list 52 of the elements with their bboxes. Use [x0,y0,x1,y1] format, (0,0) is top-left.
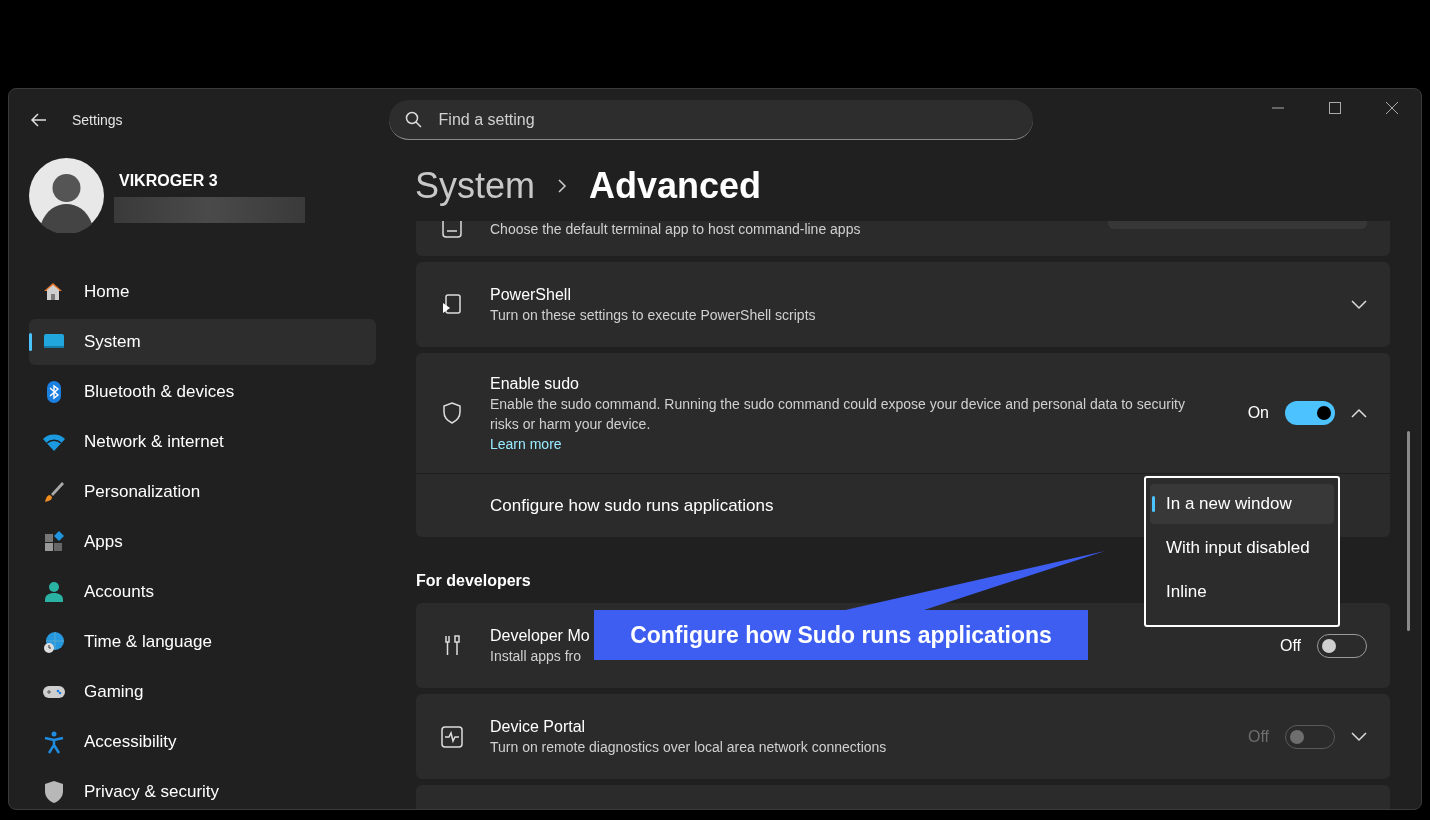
dropdown-option[interactable]: Inline [1150,572,1334,612]
window-title: Settings [72,110,123,130]
chevron-right-icon [557,179,568,193]
setting-title: Developer Mo [490,626,590,646]
scrollbar-thumb[interactable] [1407,431,1410,631]
setting-description: Choose the default terminal app to host command-line apps [490,221,861,239]
setting-description: Install apps fro [490,647,582,666]
person-icon [42,580,66,604]
breadcrumb-item[interactable]: System [415,159,536,213]
nav-item[interactable]: Accounts [29,569,376,615]
toggle-state-label: On [1247,403,1269,423]
toggle-state-label: Off [1247,726,1269,747]
setting-description: Turn on remote diagnostics over local area network connections [490,738,887,757]
breadcrumb-item: Advanced [589,164,762,208]
callout: Configure how Sudo runs applications [594,610,1088,660]
chevron-down-icon[interactable] [1351,299,1367,310]
section-heading: For developers [416,572,531,589]
maximize-icon[interactable] [1329,102,1341,114]
nav-item[interactable]: System [29,319,376,365]
chevron-down-icon[interactable] [1351,731,1367,742]
nav-item[interactable]: Network & internet [29,419,376,465]
accessibility-icon [42,730,66,754]
close-icon[interactable] [1386,102,1398,114]
sub-setting-label: Configure how sudo runs applications [490,494,774,517]
dropdown-option[interactable]: With input disabled [1150,528,1334,568]
paintbrush-icon [42,480,66,504]
nav-item[interactable]: Accessibility [29,719,376,765]
nav-item[interactable]: Apps [29,519,376,565]
selection-indicator [29,333,32,351]
setting-title: Enable sudo [490,373,579,394]
chevron-up-icon[interactable] [1351,408,1367,418]
search-icon [404,111,422,128]
setting-title: Device Portal [490,717,586,737]
profile-name: VIKROGER 3 [119,170,219,191]
nav-item[interactable]: Time & language [29,619,376,665]
dropdown-option[interactable]: In a new window [1150,484,1334,524]
toggle-switch[interactable] [1285,401,1335,425]
setting-description: Turn on these settings to execute PowerShell scripts [490,306,816,325]
apps-icon [42,530,66,554]
nav-item[interactable]: Bluetooth & devices [29,369,376,415]
nav-item[interactable]: Personalization [29,469,376,515]
learn-more-link[interactable]: Learn more [490,433,562,454]
setting-description: Enable the sudo command. Running the sudo command could expose your device and personal data to security risks or harm your device. [490,394,1186,434]
nav-item[interactable]: Gaming [29,669,376,715]
toggle-state-label: Off [1279,635,1301,656]
setting-title: PowerShell [490,285,571,305]
search-field[interactable]: Find a setting [388,100,1033,140]
globe-clock-icon [42,630,66,654]
shield-icon [42,780,66,804]
back-icon[interactable] [30,111,48,129]
nav-item[interactable]: Privacy & security [29,769,376,809]
nav-item[interactable]: Home [29,269,376,315]
